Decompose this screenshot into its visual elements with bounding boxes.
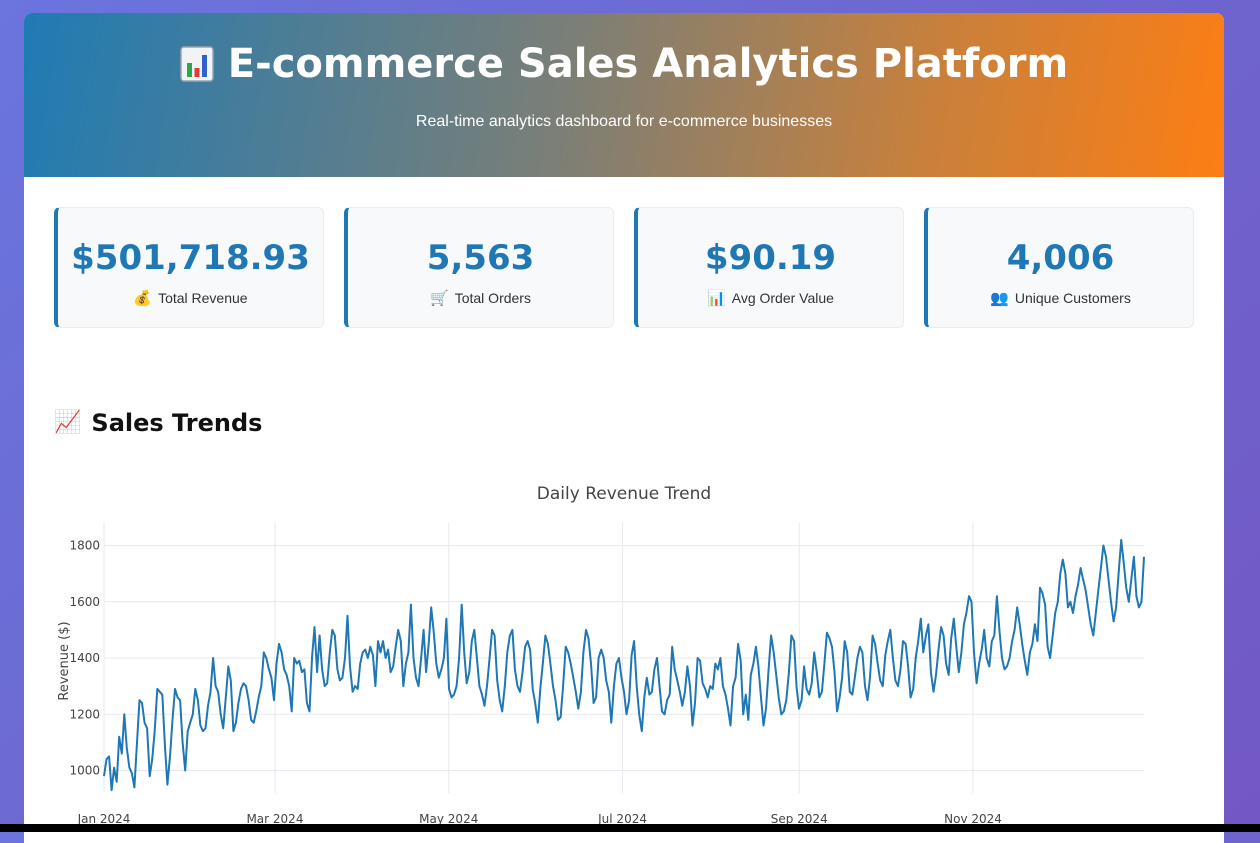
metric-label-orders: 🛒 Total Orders <box>348 290 613 306</box>
money-bag-icon: 💰 <box>133 289 153 307</box>
metric-card-customers: 4,006 👥 Unique Customers <box>924 207 1194 328</box>
metric-card-orders: 5,563 🛒 Total Orders <box>344 207 614 328</box>
bar-chart-icon: 📊 <box>707 289 726 307</box>
bar-chart-icon <box>180 46 214 82</box>
metric-label-revenue: 💰 Total Revenue <box>58 290 323 306</box>
metric-label-text: Total Orders <box>454 290 531 306</box>
metric-label-customers: 👥 Unique Customers <box>928 290 1193 306</box>
page-title: E-commerce Sales Analytics Platform <box>24 41 1224 87</box>
dashboard-container: E-commerce Sales Analytics Platform Real… <box>24 13 1224 843</box>
page-subtitle: Real-time analytics dashboard for e-comm… <box>415 113 833 130</box>
bottom-edge <box>0 824 1260 832</box>
y-tick-label: 1400 <box>69 651 100 665</box>
metric-value-orders: 5,563 <box>426 238 535 278</box>
y-tick-label: 1600 <box>69 595 100 609</box>
chart-increasing-icon: 📈 <box>54 410 82 435</box>
metric-value-aov: $90.19 <box>704 238 837 278</box>
series-line <box>103 538 1145 792</box>
metric-value-customers: 4,006 <box>1006 238 1115 278</box>
y-tick-label: 1000 <box>69 764 100 778</box>
metric-label-text: Total Revenue <box>158 290 248 306</box>
y-axis-ticks: 1000 1200 1400 1600 1800 <box>69 539 100 778</box>
page-title-text: E-commerce Sales Analytics Platform <box>227 41 1069 87</box>
section-title-text: Sales Trends <box>91 409 263 437</box>
metric-value-revenue: $501,718.93 <box>71 238 310 278</box>
shopping-cart-icon: 🛒 <box>430 289 449 307</box>
y-tick-label: 1800 <box>69 539 100 553</box>
metric-label-text: Unique Customers <box>1014 290 1131 306</box>
y-tick-label: 1200 <box>69 707 100 721</box>
chart-grid <box>103 523 1144 793</box>
revenue-chart-svg[interactable]: Daily Revenue Trend 1000 1200 1400 1600 1800… <box>54 463 1194 843</box>
metric-label-aov: 📊 Avg Order Value <box>638 290 903 306</box>
users-icon: 👥 <box>990 289 1009 307</box>
header-banner: E-commerce Sales Analytics Platform Real… <box>24 13 1224 177</box>
metric-label-text: Avg Order Value <box>731 290 834 306</box>
metrics-row: $501,718.93 💰 Total Revenue 5,563 🛒 Tota… <box>54 207 1194 328</box>
chart-title: Daily Revenue Trend <box>537 484 711 504</box>
revenue-chart[interactable]: Daily Revenue Trend 1000 1200 1400 1600 1800… <box>54 463 1194 843</box>
section-title-sales-trends: 📈 Sales Trends <box>54 409 262 437</box>
metric-card-aov: $90.19 📊 Avg Order Value <box>634 207 904 328</box>
metric-card-revenue: $501,718.93 💰 Total Revenue <box>54 207 324 328</box>
y-axis-label: Revenue ($) <box>57 621 72 700</box>
